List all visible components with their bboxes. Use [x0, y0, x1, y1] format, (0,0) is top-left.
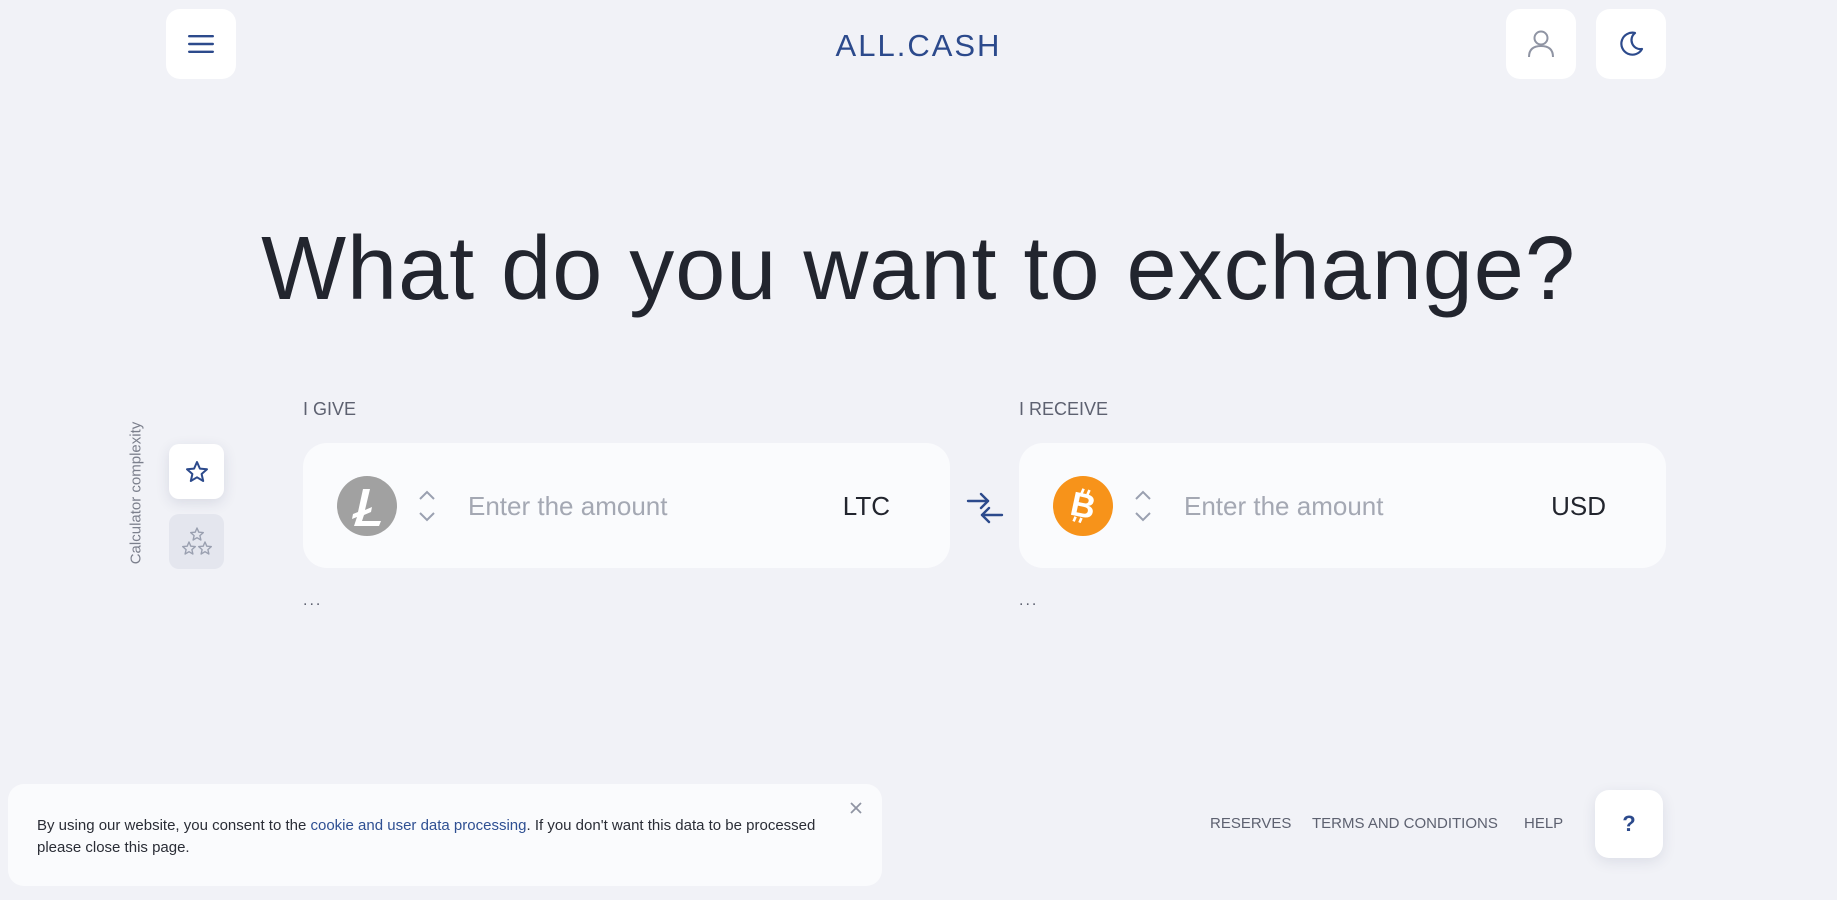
receive-amount-input[interactable] [1184, 481, 1524, 531]
help-button[interactable]: ? [1595, 790, 1663, 858]
cookie-text: By using our website, you consent to the… [37, 815, 827, 859]
give-info: ... [303, 592, 323, 609]
receive-info: ... [1019, 592, 1039, 609]
give-label: I GIVE [303, 399, 357, 419]
chevron-up-down-icon [1135, 490, 1151, 522]
chevron-up-down-icon [419, 490, 435, 522]
receive-currency-code: USD [1551, 491, 1606, 521]
advanced-calculator-button[interactable] [169, 514, 224, 569]
star-icon [185, 460, 208, 482]
cookie-policy-link[interactable]: cookie and user data processing [311, 817, 527, 834]
litecoin-icon [352, 489, 381, 526]
three-stars-icon [181, 526, 212, 555]
receive-currency-stepper[interactable] [1133, 489, 1153, 523]
calculator-complexity-label: Calculator complexity [127, 421, 145, 565]
cookie-text-before: By using our website, you consent to the [37, 817, 311, 834]
swap-arrows-icon [966, 492, 1004, 524]
give-currency-selector[interactable] [337, 476, 397, 536]
receive-panel: B USD [1019, 443, 1666, 568]
theme-toggle-button[interactable] [1596, 9, 1666, 79]
receive-currency-selector[interactable]: B [1053, 476, 1113, 536]
account-button[interactable] [1506, 9, 1576, 79]
cookie-banner: By using our website, you consent to the… [8, 784, 882, 886]
receive-label: I RECEIVE [1019, 399, 1109, 419]
footer-link-terms[interactable]: TERMS AND CONDITIONS [1312, 815, 1498, 832]
give-currency-code: LTC [842, 491, 890, 521]
bitcoin-icon: B [1067, 486, 1099, 526]
close-icon [850, 802, 862, 814]
moon-icon [1620, 31, 1644, 56]
user-icon [1528, 30, 1554, 58]
swap-button[interactable] [965, 488, 1005, 528]
simple-calculator-button[interactable] [169, 444, 224, 499]
give-amount-input[interactable] [468, 481, 808, 531]
cookie-close-button[interactable] [846, 798, 866, 818]
give-panel: LTC [303, 443, 950, 568]
give-currency-stepper[interactable] [417, 489, 437, 523]
footer-link-help[interactable]: HELP [1524, 815, 1563, 832]
page-title: What do you want to exchange? [261, 219, 1576, 319]
footer-link-reserves[interactable]: RESERVES [1210, 815, 1291, 832]
